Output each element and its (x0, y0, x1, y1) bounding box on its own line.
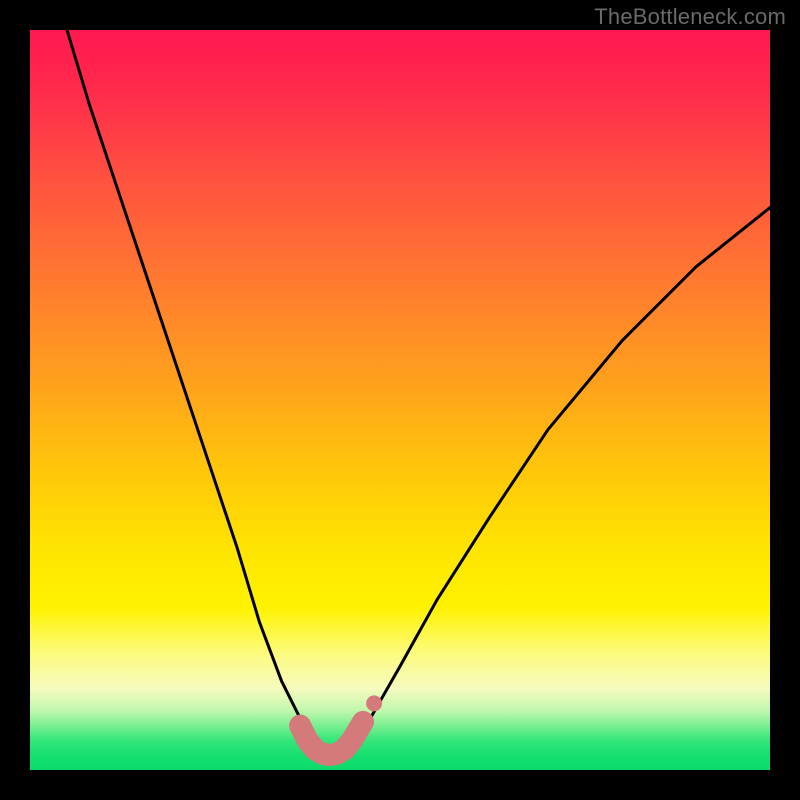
watermark-text: TheBottleneck.com (594, 4, 786, 30)
highlight-dot (366, 695, 382, 711)
outer-frame: TheBottleneck.com (0, 0, 800, 800)
bottleneck-curve (67, 30, 770, 755)
plot-area (30, 30, 770, 770)
chart-svg (30, 30, 770, 770)
highlight-band-path (300, 722, 363, 755)
curve-path (67, 30, 770, 755)
highlight-markers (300, 695, 382, 755)
